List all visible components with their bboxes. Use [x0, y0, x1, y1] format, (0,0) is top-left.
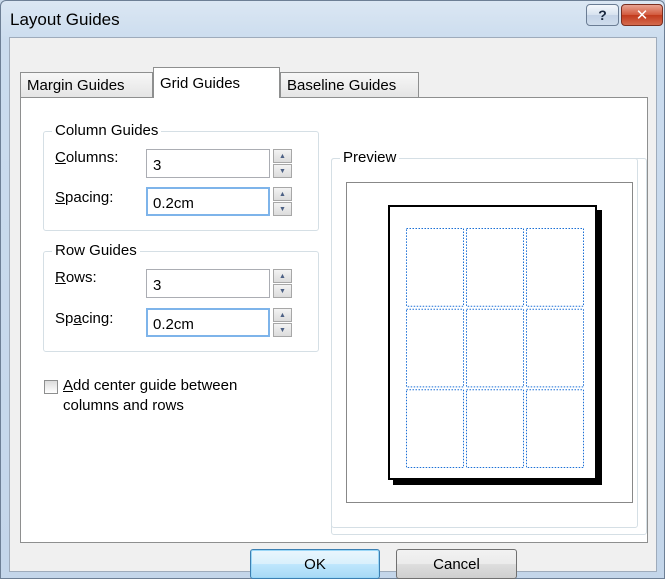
spin-up-icon[interactable]: ▲ — [273, 269, 292, 283]
close-button[interactable]: ✕ — [621, 4, 663, 26]
group-title: Row Guides — [52, 242, 140, 259]
row-spacing-input[interactable]: 0.2cm — [146, 308, 270, 337]
cancel-button[interactable]: Cancel — [396, 549, 517, 579]
preview-box: Preview — [331, 149, 638, 528]
grid-cell — [526, 228, 584, 307]
rows-spinner[interactable]: ▲ ▼ — [273, 269, 292, 298]
column-spacing-input[interactable]: 0.2cm — [146, 187, 270, 216]
center-guide-label[interactable]: Add center guide between columns and rows — [63, 376, 237, 416]
tab-label: Margin Guides — [27, 77, 125, 94]
grid-cell — [526, 308, 584, 388]
grid-cell — [466, 308, 524, 388]
preview-grid — [406, 228, 584, 468]
ok-button[interactable]: OK — [250, 549, 380, 579]
column-guides-group: Column Guides Columns: 3 ▲ ▼ Spacing: 0.… — [43, 122, 319, 231]
center-guide-checkbox[interactable] — [44, 380, 58, 394]
tab-label: Grid Guides — [160, 74, 241, 92]
preview-frame — [346, 182, 633, 503]
tab-grid-guides[interactable]: Grid Guides — [153, 67, 280, 98]
columns-label: Columns: — [55, 149, 119, 166]
row-spacing-spinner[interactable]: ▲ ▼ — [273, 308, 292, 337]
grid-cell — [466, 228, 524, 307]
spin-down-icon[interactable]: ▼ — [273, 284, 292, 298]
columns-input[interactable]: 3 — [146, 149, 270, 178]
spin-down-icon[interactable]: ▼ — [273, 202, 292, 216]
help-button[interactable]: ? — [586, 4, 619, 26]
window-title: Layout Guides — [10, 10, 120, 29]
preview-page — [388, 205, 597, 480]
spin-up-icon[interactable]: ▲ — [273, 149, 292, 163]
column-spacing-label: Spacing: — [55, 189, 114, 206]
grid-cell — [466, 389, 524, 468]
spin-up-icon[interactable]: ▲ — [273, 187, 292, 201]
title-bar[interactable]: Layout Guides ? ✕ — [1, 1, 664, 37]
spin-down-icon[interactable]: ▼ — [273, 323, 292, 337]
group-title: Column Guides — [52, 122, 162, 139]
tab-baseline-guides[interactable]: Baseline Guides — [280, 72, 419, 98]
columns-spinner[interactable]: ▲ ▼ — [273, 149, 292, 178]
grid-cell — [406, 389, 464, 468]
close-icon: ✕ — [635, 7, 649, 24]
tab-margin-guides[interactable]: Margin Guides — [20, 72, 153, 98]
group-title: Preview — [340, 149, 400, 166]
grid-guides-panel: Column Guides Columns: 3 ▲ ▼ Spacing: 0.… — [20, 97, 648, 543]
grid-cell — [526, 389, 584, 468]
layout-guides-dialog: Layout Guides ? ✕ Margin Guides Grid Gui… — [0, 0, 665, 579]
help-icon: ? — [598, 7, 607, 23]
grid-cell — [406, 308, 464, 388]
spin-down-icon[interactable]: ▼ — [273, 164, 292, 178]
spin-up-icon[interactable]: ▲ — [273, 308, 292, 322]
row-spacing-label: Spacing: — [55, 310, 114, 327]
rows-label: Rows: — [55, 269, 97, 286]
row-guides-group: Row Guides Rows: 3 ▲ ▼ Spacing: 0.2cm ▲ … — [43, 242, 319, 352]
column-spacing-spinner[interactable]: ▲ ▼ — [273, 187, 292, 216]
grid-cell — [406, 228, 464, 307]
tab-label: Baseline Guides — [287, 77, 397, 94]
rows-input[interactable]: 3 — [146, 269, 270, 298]
dialog-client-area: Margin Guides Grid Guides Baseline Guide… — [9, 37, 657, 579]
